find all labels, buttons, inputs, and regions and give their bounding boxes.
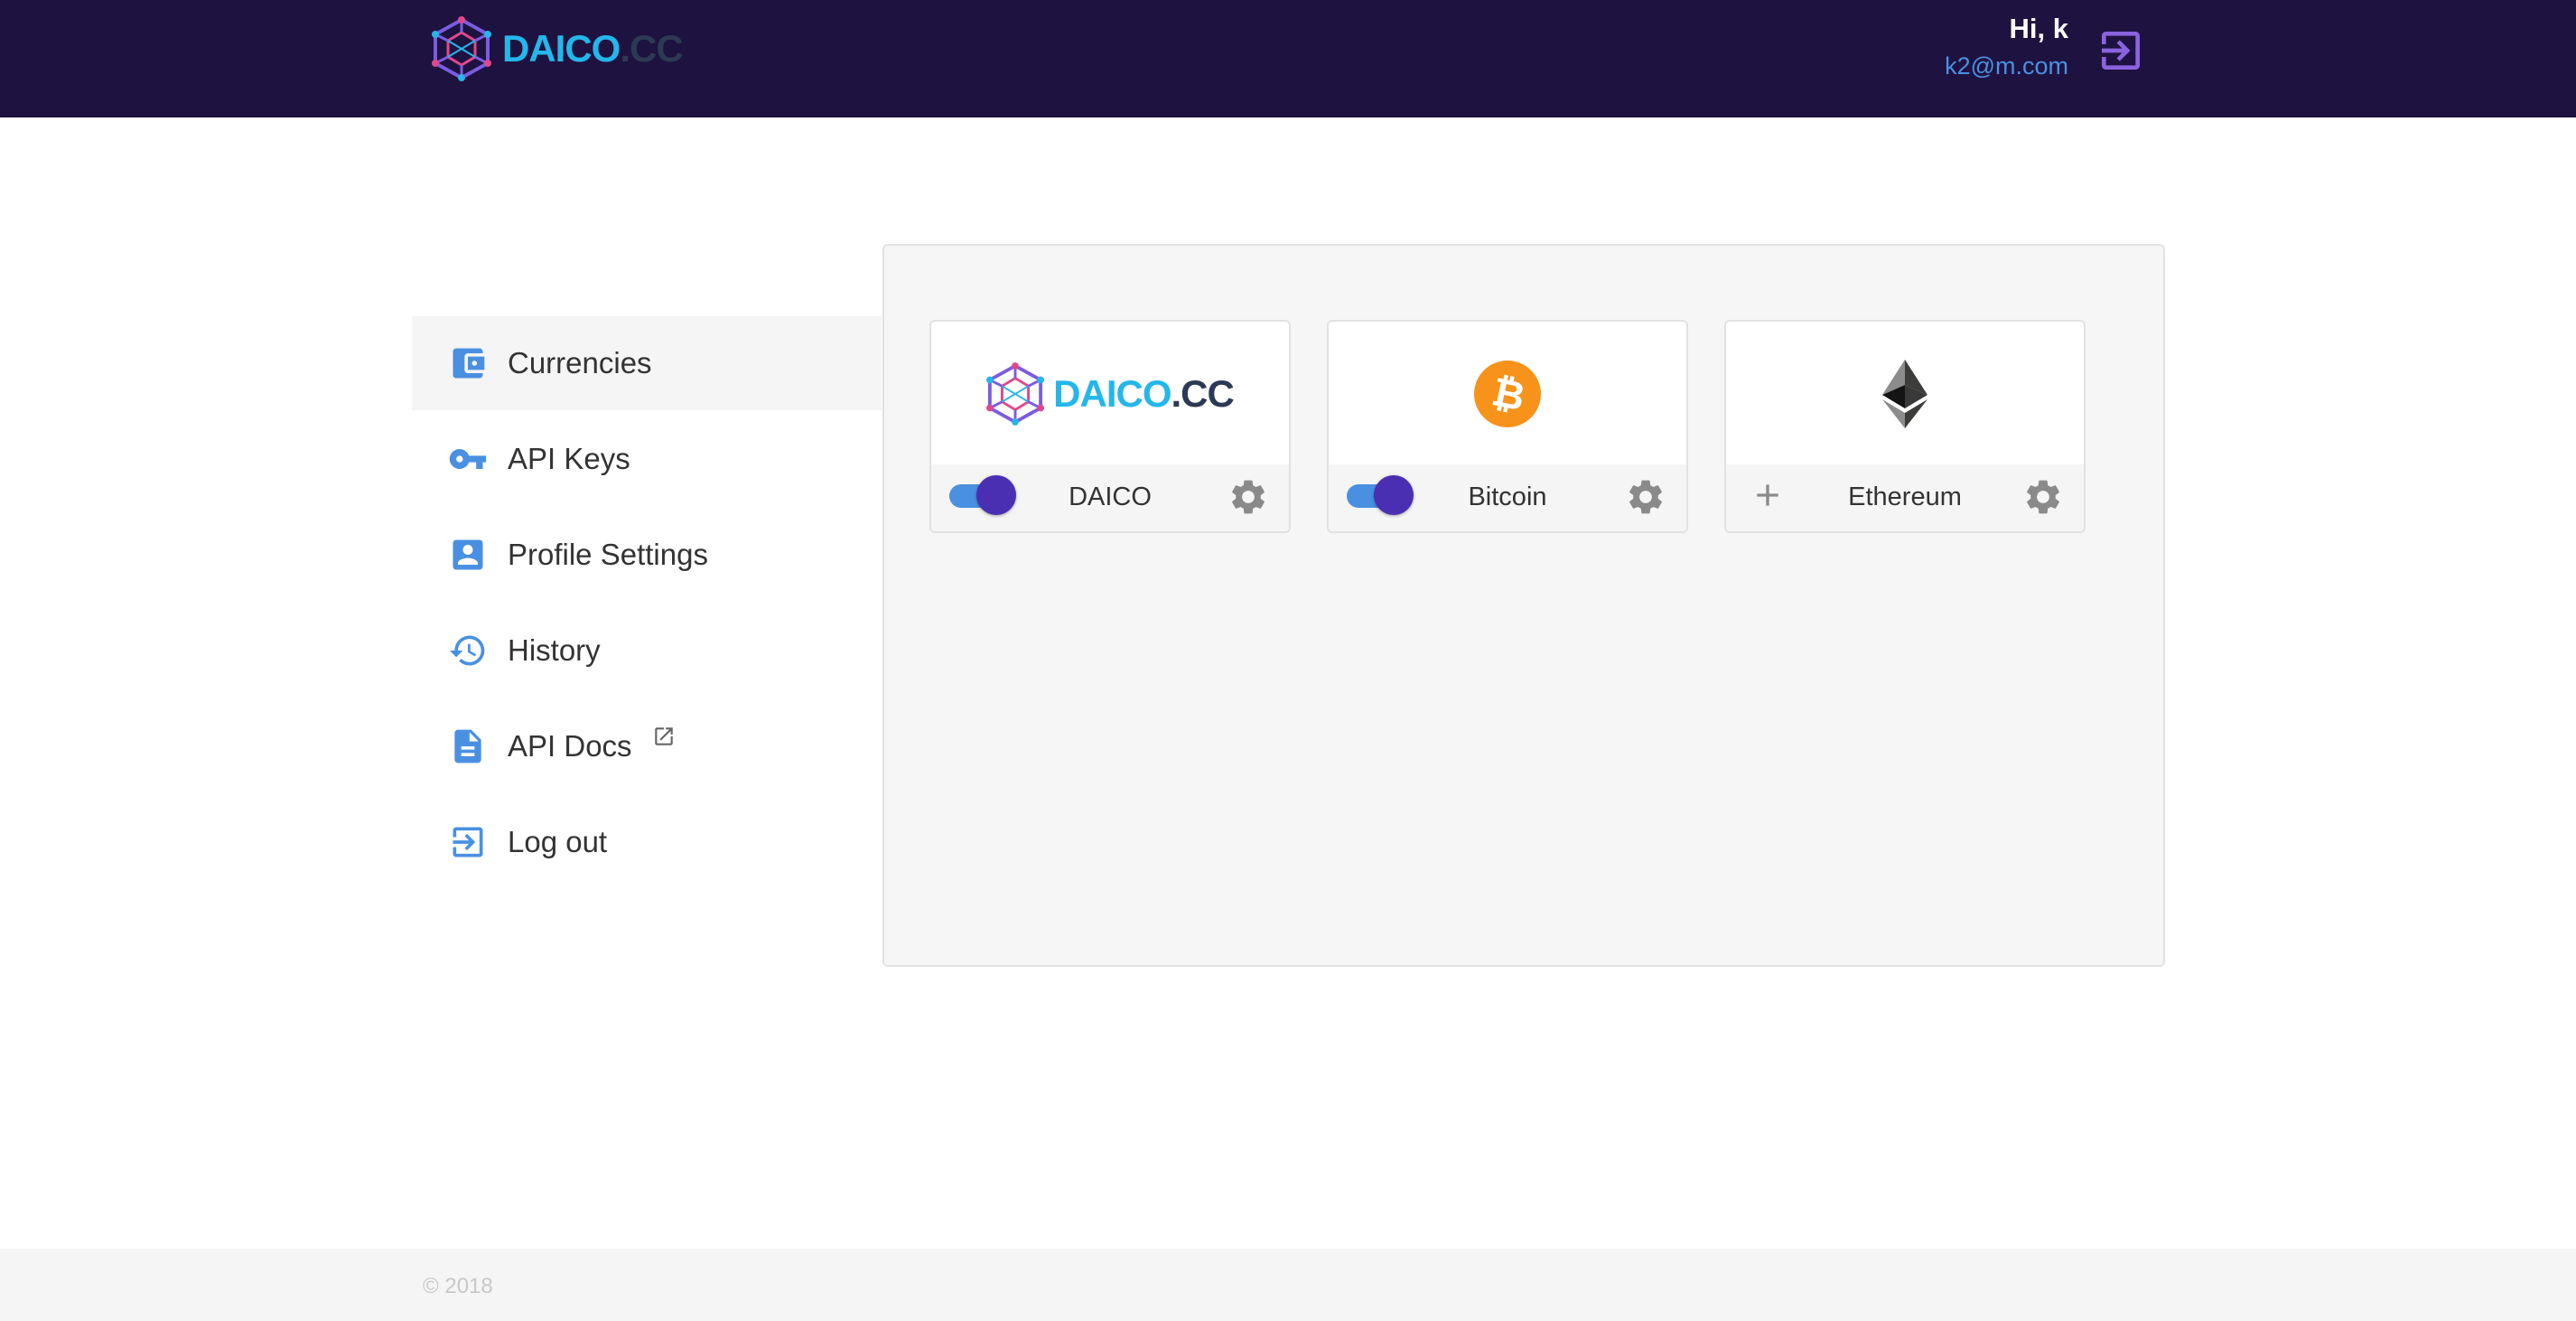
key-icon [449, 449, 487, 469]
bitcoin-logo: ₿ [1474, 361, 1541, 427]
sidebar-nav: Currencies API Keys Profile Settings His… [412, 316, 882, 891]
sidebar-item-profile-settings[interactable]: Profile Settings [412, 508, 882, 602]
copyright-text: © 2018 [423, 1274, 493, 1298]
daico-hexagon-icon [432, 16, 491, 81]
gear-icon[interactable] [1625, 476, 1666, 518]
sidebar-item-api-docs[interactable]: API Docs [412, 699, 882, 793]
logout-icon [453, 827, 483, 857]
external-link-icon [654, 727, 673, 745]
sidebar-item-history[interactable]: History [412, 604, 882, 698]
currency-logo-area [1726, 322, 2084, 466]
logout-icon[interactable] [2095, 25, 2146, 76]
brand-name: DAICO.CC [502, 27, 684, 70]
sidebar-item-label: Currencies [508, 346, 652, 379]
sidebar-item-currencies[interactable]: Currencies [412, 316, 882, 410]
sidebar-item-api-keys[interactable]: API Keys [412, 412, 882, 506]
currencies-panel: DAICO.CC DAICO ₿ Bitcoin Ethereum [882, 244, 2165, 967]
sidebar-item-log-out[interactable]: Log out [412, 795, 882, 889]
sidebar-item-label: History [508, 633, 601, 667]
history-icon [449, 635, 485, 666]
document-icon [454, 729, 481, 764]
sidebar-item-label: Log out [508, 825, 608, 858]
sidebar-item-label: API Docs [508, 729, 632, 763]
account-box-icon [453, 539, 483, 570]
gear-icon[interactable] [2022, 476, 2064, 518]
currency-card-bitcoin: ₿ Bitcoin [1327, 320, 1688, 533]
currency-card-footer: Bitcoin [1329, 464, 1686, 531]
currency-card-ethereum: Ethereum [1724, 320, 2086, 533]
currency-logo-area: ₿ [1329, 322, 1686, 466]
daico-hexagon-icon [986, 362, 1045, 426]
daico-logo: DAICO.CC [986, 362, 1235, 426]
sidebar-item-label: API Keys [508, 442, 630, 475]
ethereum-logo [1882, 360, 1927, 428]
user-email[interactable]: k2@m.com [1945, 52, 2068, 80]
daico-logo-text: DAICO.CC [1053, 372, 1235, 415]
currency-card-daico: DAICO.CC DAICO [929, 320, 1291, 533]
brand-logo[interactable]: DAICO.CC [432, 16, 684, 81]
currency-card-footer: Ethereum [1726, 464, 2084, 531]
currency-card-footer: DAICO [931, 464, 1289, 531]
top-header: DAICO.CC Hi, k k2@m.com [0, 0, 2576, 117]
user-greeting: Hi, k [2009, 13, 2068, 44]
sidebar-item-label: Profile Settings [508, 538, 708, 571]
currency-logo-area: DAICO.CC [931, 322, 1289, 466]
wallet-icon [453, 348, 485, 379]
gear-icon[interactable] [1227, 476, 1269, 518]
page-footer: © 2018 [0, 1249, 2576, 1321]
